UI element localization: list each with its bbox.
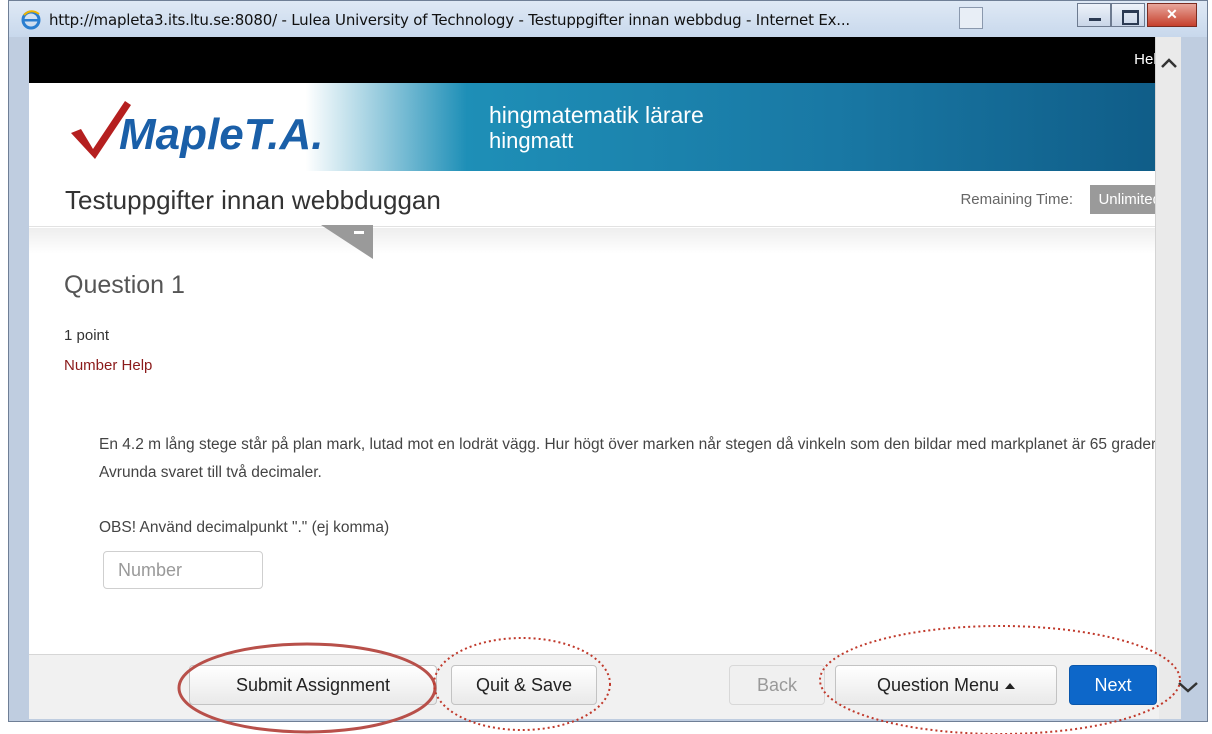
title-bar: http://mapleta3.its.ltu.se:8080/ - Lulea… bbox=[9, 1, 1207, 37]
answer-input[interactable] bbox=[103, 551, 263, 589]
user-name: hingmatematik lärare bbox=[489, 102, 704, 128]
collapse-tab-icon[interactable] bbox=[321, 225, 373, 259]
question-title: Question 1 bbox=[64, 271, 185, 299]
question-text: En 4.2 m lång stege står på plan mark, l… bbox=[99, 436, 1165, 481]
back-button[interactable]: Back bbox=[729, 665, 825, 705]
question-note: OBS! Använd decimalpunkt "." (ej komma) bbox=[99, 519, 390, 536]
maximize-icon[interactable] bbox=[1111, 3, 1145, 27]
scroll-down-icon[interactable] bbox=[1177, 680, 1199, 694]
assignment-title-row: Testuppgifter innan webbduggan Remaining… bbox=[29, 171, 1181, 227]
close-icon[interactable] bbox=[1147, 3, 1197, 27]
maple-ta-logo: MapleT.A. bbox=[71, 101, 324, 159]
vertical-scrollbar[interactable] bbox=[1155, 37, 1181, 719]
page-viewport: Help MapleT.A. hingmatematik lärare hing… bbox=[29, 37, 1181, 719]
remaining-time-label: Remaining Time: bbox=[960, 191, 1073, 208]
user-id: hingmatt bbox=[489, 128, 574, 153]
quit-save-button[interactable]: Quit & Save bbox=[451, 665, 597, 705]
window-controls bbox=[1077, 3, 1197, 27]
scroll-up-icon[interactable] bbox=[1160, 57, 1178, 69]
next-button[interactable]: Next bbox=[1069, 665, 1157, 705]
footer-toolbar: Submit Assignment Quit & Save Back Quest… bbox=[29, 654, 1159, 719]
number-help-link[interactable]: Number Help bbox=[64, 357, 152, 374]
question-points: 1 point bbox=[64, 327, 110, 344]
content-shadow bbox=[29, 228, 1181, 254]
svg-text:MapleT.A.: MapleT.A. bbox=[119, 110, 324, 159]
page-title: Testuppgifter innan webbduggan bbox=[65, 185, 441, 215]
screen-icon[interactable] bbox=[959, 7, 983, 29]
top-bar: Help bbox=[29, 37, 1181, 83]
ie-logo-icon bbox=[21, 10, 41, 30]
browser-window: http://mapleta3.its.ltu.se:8080/ - Lulea… bbox=[8, 0, 1208, 722]
submit-assignment-button[interactable]: Submit Assignment bbox=[189, 665, 437, 705]
caret-up-icon bbox=[1005, 682, 1016, 689]
window-title: http://mapleta3.its.ltu.se:8080/ - Lulea… bbox=[49, 11, 850, 29]
question-menu-label: Question Menu bbox=[876, 674, 1000, 695]
question-menu-button[interactable]: Question Menu bbox=[835, 665, 1057, 705]
minimize-icon[interactable] bbox=[1077, 3, 1111, 27]
header-banner: MapleT.A. hingmatematik lärare hingmatt bbox=[29, 83, 1181, 171]
